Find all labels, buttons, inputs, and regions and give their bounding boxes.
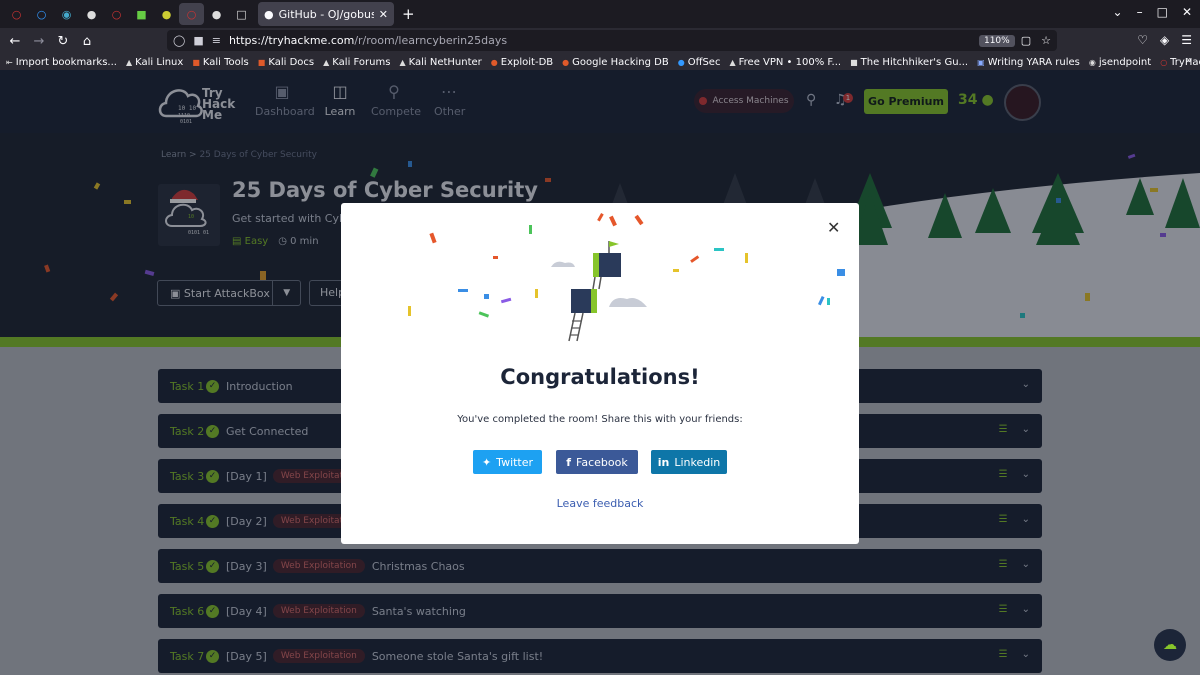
import-icon: ⇤: [6, 57, 13, 67]
share-twitter-button[interactable]: ✦ Twitter: [473, 450, 542, 474]
kali-icon: ▲: [323, 57, 330, 67]
kali-icon: ■: [192, 57, 200, 67]
bookmark-item[interactable]: ▲ Kali NetHunter: [399, 57, 481, 68]
close-icon[interactable]: ✕: [1182, 5, 1192, 19]
share-linkedin-button[interactable]: in Linkedin: [651, 450, 727, 474]
facebook-icon: f: [566, 455, 572, 469]
menu-icon[interactable]: ☰: [1181, 33, 1192, 47]
pinned-tab-icon[interactable]: ■: [129, 0, 154, 28]
github-icon[interactable]: ●: [204, 0, 229, 28]
bookmark-item[interactable]: ▲ Free VPN • 100% F...: [729, 57, 841, 68]
chevron-right-icon[interactable]: »: [1186, 55, 1192, 66]
pinned-tabs: ○ ○ ◉ ● ○ ■ ● ○ ● □: [0, 0, 254, 28]
permissions-icon[interactable]: ≡: [212, 34, 221, 47]
lock-icon[interactable]: ■: [193, 34, 203, 47]
window-controls: ⌄ – □ ✕: [1113, 5, 1192, 19]
pinned-tab-icon[interactable]: ●: [154, 0, 179, 28]
github-icon[interactable]: ●: [79, 0, 104, 28]
extension-icon[interactable]: ◈: [1160, 33, 1169, 47]
linkedin-icon: in: [657, 455, 670, 469]
vpn-icon: ▲: [729, 57, 736, 67]
home-icon[interactable]: ⌂: [75, 34, 99, 49]
kali-icon: ▲: [125, 57, 133, 67]
bookmark-item[interactable]: ▲ Kali Linux: [126, 57, 183, 68]
leave-feedback-link[interactable]: Leave feedback: [341, 497, 859, 510]
twitter-icon: ✦: [481, 455, 492, 469]
bookmark-item[interactable]: ● Google Hacking DB: [562, 57, 669, 68]
bookmark-item[interactable]: ▣ Writing YARA rules: [977, 57, 1080, 68]
back-icon[interactable]: ←: [3, 34, 27, 49]
github-icon: ●: [264, 7, 274, 21]
bookmark-item[interactable]: ▲ Kali Forums: [323, 57, 390, 68]
url-host: https://tryhackme.com: [228, 34, 355, 47]
bookmark-item[interactable]: ● OffSec: [678, 57, 721, 68]
reader-icon[interactable]: ▢: [1021, 34, 1031, 47]
bookmark-item[interactable]: ■ Kali Docs: [258, 57, 314, 68]
pinned-tab-icon[interactable]: ○: [179, 3, 204, 25]
pinned-tab-icon[interactable]: ◉: [54, 0, 79, 28]
new-tab-button[interactable]: +: [402, 5, 415, 23]
zoom-level[interactable]: 110%: [978, 34, 1015, 47]
globe-icon: ◉: [1088, 57, 1096, 67]
ghdb-icon: ●: [562, 57, 570, 67]
tryhackme-icon: ○: [1160, 57, 1168, 67]
congratulations-modal: ✕ Congratulations! You've completed the …: [341, 203, 859, 544]
kali-icon: ▲: [399, 57, 406, 67]
maximize-icon[interactable]: □: [1157, 5, 1168, 19]
active-tab[interactable]: ● GitHub - OJ/gobuster: Dir ✕: [258, 2, 394, 26]
pinned-tab-icon[interactable]: ○: [29, 0, 54, 28]
bookmark-item[interactable]: ◉ jsendpoint: [1089, 57, 1151, 68]
toolbar-right: ♡ ◈ ☰: [1137, 33, 1192, 47]
offsec-icon: ●: [677, 57, 685, 67]
chat-support-icon[interactable]: ☁: [1154, 629, 1186, 661]
bookmark-item[interactable]: ■ The Hitchhiker's Gu...: [850, 57, 968, 68]
exploit-db-icon: ●: [490, 57, 498, 67]
url-path: /r/room/learncyberin25days: [354, 34, 508, 47]
pinned-tab-icon[interactable]: ○: [104, 0, 129, 28]
browser-tab-bar: ○ ○ ◉ ● ○ ■ ● ○ ● □ ● GitHub - OJ/gobust…: [0, 0, 1200, 28]
url-bar[interactable]: ◯ ■ ≡ https://tryhackme.com/r/room/learn…: [167, 30, 1057, 51]
bookmark-item[interactable]: ■ Kali Tools: [192, 57, 248, 68]
bookmark-item[interactable]: ⇤ Import bookmarks...: [6, 57, 117, 68]
bookmark-item[interactable]: ○TryHackMe | Linux ...: [1160, 57, 1200, 68]
reload-icon[interactable]: ↻: [51, 34, 75, 49]
browser-nav-bar: ← → ↻ ⌂ ◯ ■ ≡ https://tryhackme.com/r/ro…: [0, 28, 1200, 54]
pocket-icon[interactable]: ♡: [1137, 33, 1148, 47]
minimize-icon[interactable]: –: [1137, 5, 1143, 19]
bookmark-item[interactable]: ● Exploit-DB: [491, 57, 553, 68]
bookmarks-toolbar: ⇤ Import bookmarks... ▲ Kali Linux ■ Kali T…: [0, 54, 1200, 70]
bookmark-star-icon[interactable]: ☆: [1041, 34, 1051, 47]
completion-illustration: [408, 213, 845, 342]
tab-title: GitHub - OJ/gobuster: Dir: [278, 7, 374, 21]
pinned-tab-icon[interactable]: □: [229, 0, 254, 28]
shield-icon[interactable]: ◯: [173, 34, 185, 47]
share-facebook-button[interactable]: f Facebook: [556, 450, 638, 474]
modal-message: You've completed the room! Share this wi…: [457, 414, 743, 425]
close-icon[interactable]: ✕: [827, 218, 840, 237]
modal-title: Congratulations!: [500, 365, 700, 389]
page-icon: ▣: [977, 57, 985, 67]
page-icon: ■: [850, 57, 858, 67]
kali-icon: ■: [257, 57, 266, 67]
minimize-icon[interactable]: ⌄: [1113, 5, 1123, 19]
forward-icon[interactable]: →: [27, 34, 51, 49]
close-tab-icon[interactable]: ✕: [379, 8, 388, 21]
pinned-tab-icon[interactable]: ○: [4, 0, 29, 28]
